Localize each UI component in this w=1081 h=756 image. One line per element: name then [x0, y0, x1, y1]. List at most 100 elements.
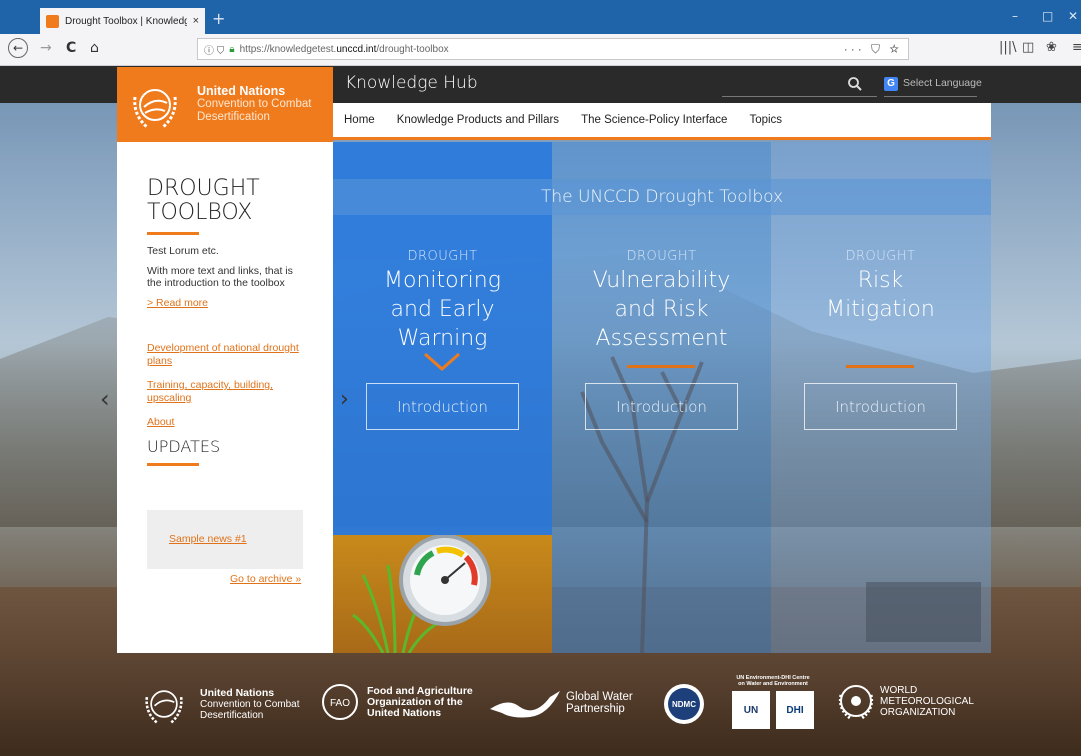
url-path: /drought-toolbox	[376, 43, 449, 55]
browser-tab[interactable]: Drought Toolbox | Knowledge Hub ×	[40, 8, 205, 34]
footer-text: METEOROLOGICAL	[880, 695, 974, 707]
intro-button-mitigation[interactable]: Introduction	[804, 383, 957, 430]
knowledge-hub-title[interactable]: Knowledge Hub	[345, 73, 478, 93]
updates-heading: UPDATES	[147, 437, 221, 456]
footer-logo-wmo[interactable]: WORLD METEOROLOGICAL ORGANIZATION	[836, 681, 974, 721]
page-actions-icon[interactable]: ··· ⛉ ☆	[844, 42, 902, 57]
column-title-line: Mitigation	[826, 297, 935, 322]
column-title-line: Vulnerability	[592, 268, 731, 293]
column-title-line: Warning	[397, 326, 488, 351]
close-window-icon[interactable]: ✕	[1068, 9, 1078, 23]
menu-home[interactable]: Home	[344, 114, 375, 126]
wmo-emblem-icon	[838, 685, 874, 720]
url-host-prefix: knowledgetest.	[269, 43, 337, 55]
url-bar[interactable]: ⓘ ⛉ 🔒︎ https://knowledgetest. unccd.int/d…	[197, 38, 909, 60]
svg-text:FAO: FAO	[330, 698, 350, 709]
column-title-line: Assessment	[595, 326, 728, 351]
column-title-mitigation[interactable]: DROUGHT Risk Mitigation	[771, 249, 990, 324]
footer-logo-ndmc[interactable]: NDMC	[664, 684, 704, 724]
tab-title: Drought Toolbox | Knowledge Hub	[65, 15, 187, 27]
home-icon[interactable]: ⌂	[90, 40, 99, 56]
intro-text: With more text and links, that is the in…	[147, 265, 293, 289]
un-environment-icon: UN	[732, 691, 770, 729]
forward-icon[interactable]: →	[40, 40, 52, 56]
column-title-line: Risk	[857, 268, 904, 293]
archive-link[interactable]: Go to archive »	[230, 573, 301, 585]
un-emblem-icon	[133, 88, 177, 128]
url-scheme: https://	[239, 43, 270, 55]
unccd-emblem-icon	[145, 690, 183, 724]
footer-logo-unep-dhi[interactable]: UN Environment-DHI Centre on Water and E…	[725, 675, 821, 729]
maximize-icon[interactable]: □	[1042, 9, 1053, 23]
carousel-next-icon[interactable]: ›	[340, 387, 349, 412]
orange-underline	[627, 365, 695, 368]
org-name: United Nations Convention to Combat Dese…	[197, 85, 311, 124]
google-translate-icon: G	[884, 77, 898, 91]
toolbox-band-title: The UNCCD Drought Toolbox	[333, 179, 991, 215]
link-training[interactable]: Training, capacity, building, upscaling	[147, 379, 303, 405]
page-title-line: DROUGHT	[147, 176, 260, 201]
column-kicker: DROUGHT	[845, 249, 916, 264]
search-input[interactable]	[722, 96, 877, 97]
sidebar-icon[interactable]: ◫	[1022, 40, 1034, 55]
column-title-line: and Risk	[614, 297, 709, 322]
column-kicker: DROUGHT	[626, 249, 697, 264]
column-kicker: DROUGHT	[407, 249, 478, 264]
menu-knowledge-products[interactable]: Knowledge Products and Pillars	[397, 114, 559, 126]
footer-text: Desertification	[200, 709, 264, 721]
info-icon[interactable]: ⓘ ⛉	[204, 42, 224, 57]
fao-emblem-icon: FAO	[322, 684, 358, 720]
page-viewport: The UNCCD Drought Toolbox DROUGHT Monito…	[0, 67, 1081, 756]
orange-underline	[846, 365, 914, 368]
reload-icon[interactable]: C	[66, 40, 76, 56]
new-tab-icon[interactable]: +	[212, 9, 225, 28]
gwp-wave-icon	[490, 691, 560, 718]
url-host: unccd.int	[336, 43, 377, 55]
menu-science-policy[interactable]: The Science-Policy Interface	[581, 114, 727, 126]
footer-text: United Nations	[200, 686, 275, 699]
column-title-line: Monitoring	[384, 268, 501, 293]
footer-logo-gwp[interactable]: Global Water Partnership	[490, 687, 633, 719]
column-title-vulnerability[interactable]: DROUGHT Vulnerability and Risk Assessmen…	[552, 249, 771, 353]
footer-logo-unccd[interactable]: United Nations Convention to Combat Dese…	[140, 680, 300, 728]
intro-button-vulnerability[interactable]: Introduction	[585, 383, 738, 430]
library-icon[interactable]: |||\	[999, 40, 1017, 55]
footer-text: Partnership	[566, 703, 625, 715]
footer-text: WORLD	[880, 684, 918, 696]
page-title: DROUGHT TOOLBOX	[147, 177, 303, 225]
footer-text: United Nations	[367, 706, 442, 719]
footer-text: Convention to Combat	[200, 698, 300, 710]
column-title-monitoring[interactable]: DROUGHT Monitoring and Early Warning	[333, 249, 552, 353]
ndmc-emblem-icon: NDMC	[668, 688, 700, 720]
language-underline	[884, 96, 977, 97]
search-icon[interactable]	[847, 76, 863, 92]
footer-logo-fao[interactable]: FAO Food and Agriculture Organization of…	[320, 682, 473, 722]
unccd-logo[interactable]: United Nations Convention to Combat Dese…	[117, 67, 333, 142]
column-title-line: and Early	[390, 297, 495, 322]
select-language[interactable]: Select Language	[903, 77, 982, 89]
news-link[interactable]: Sample news #1	[169, 533, 247, 546]
org-name-line: United Nations	[197, 84, 286, 98]
intro-text: Test Lorum etc.	[147, 245, 219, 257]
chevron-down-icon	[424, 352, 460, 372]
link-development-plans[interactable]: Development of national drought plans	[147, 342, 303, 368]
tab-close-icon[interactable]: ×	[193, 15, 199, 27]
menu-topics[interactable]: Topics	[749, 114, 782, 126]
hut-illustration	[866, 582, 981, 642]
extension-icon[interactable]: ❀	[1046, 40, 1057, 55]
orange-rule	[147, 232, 199, 235]
back-icon[interactable]: ←	[8, 38, 28, 58]
org-sub-line: Desertification	[197, 111, 270, 123]
footer-text: ORGANIZATION	[880, 706, 956, 718]
page-title-line: TOOLBOX	[147, 200, 253, 225]
read-more-link[interactable]: > Read more	[147, 297, 303, 310]
main-menu: Home Knowledge Products and Pillars The …	[333, 103, 991, 140]
intro-button-monitoring[interactable]: Introduction	[366, 383, 519, 430]
news-item: Sample news #1	[147, 510, 303, 569]
minimize-icon[interactable]: –	[1012, 9, 1018, 23]
dhi-icon: DHI	[776, 691, 814, 729]
footer-text: Global Water	[566, 691, 633, 703]
link-about[interactable]: About	[147, 416, 303, 429]
menu-icon[interactable]: ≡	[1072, 40, 1081, 55]
carousel-prev-icon[interactable]: ‹	[100, 385, 110, 413]
